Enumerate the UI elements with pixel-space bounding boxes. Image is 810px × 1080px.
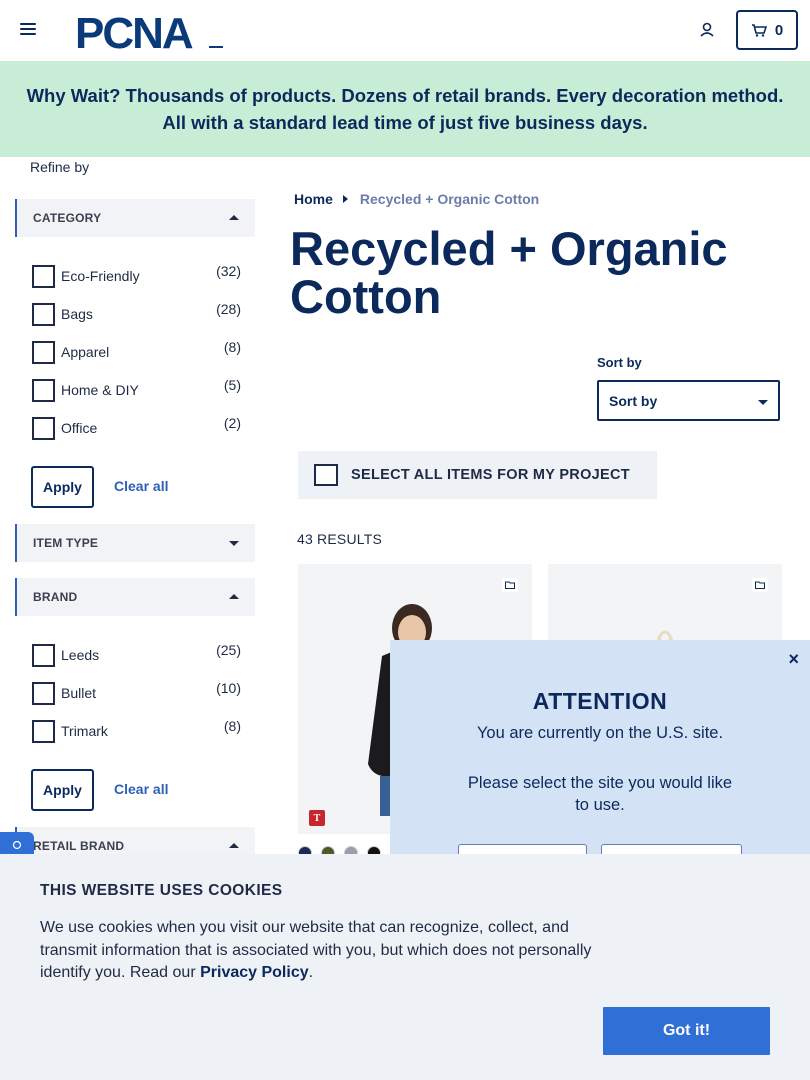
cart-button[interactable]: 0 — [736, 10, 798, 50]
facet-title: CATEGORY — [33, 211, 102, 225]
checkbox[interactable] — [32, 720, 55, 743]
modal-title: ATTENTION — [532, 688, 668, 714]
filter-option-count: (32) — [216, 263, 241, 279]
caret-up-icon — [229, 594, 239, 599]
breadcrumb: Home Recycled + Organic Cotton — [294, 191, 539, 207]
page-title: Recycled + Organic Cotton — [290, 222, 728, 323]
site-option-button[interactable] — [458, 844, 587, 854]
filter-option-count: (8) — [223, 339, 241, 355]
caret-up-icon — [229, 215, 239, 220]
site-selection-modal: × ATTENTION You are currently on the U.S… — [390, 640, 810, 854]
modal-instruction: Please select the site you would like to… — [467, 774, 733, 814]
cookie-title: THIS WEBSITE USES COOKIES — [40, 882, 283, 899]
close-icon[interactable]: × — [788, 649, 799, 670]
filter-option-label: Office — [61, 420, 98, 436]
cookie-message: We use cookies when you visit our websit… — [40, 917, 615, 985]
site-header: PCNA 0 — [0, 0, 810, 61]
cookie-message-text: We use cookies when you visit our websit… — [40, 919, 592, 981]
facet-brand-header[interactable]: BRAND — [15, 578, 255, 616]
caret-down-icon — [229, 541, 239, 546]
filter-option-label: Apparel — [61, 344, 110, 360]
sort-select[interactable]: Sort by — [597, 380, 780, 421]
checkbox[interactable] — [32, 341, 55, 364]
checkbox[interactable] — [32, 644, 55, 667]
facet-title: BRAND — [33, 590, 78, 604]
sort-label: Sort by — [597, 355, 642, 370]
user-account-icon[interactable] — [698, 21, 716, 39]
filter-option-count: (8) — [223, 718, 241, 734]
refine-by-label: Refine by — [30, 159, 90, 175]
privacy-policy-link[interactable]: Privacy Policy — [200, 964, 309, 981]
hamburger-menu-icon[interactable] — [20, 23, 36, 37]
clear-all-link[interactable]: Clear all — [114, 478, 168, 494]
breadcrumb-current: Recycled + Organic Cotton — [359, 191, 540, 207]
apply-button[interactable]: Apply — [31, 466, 94, 508]
filter-option[interactable]: Bullet (10) — [31, 680, 246, 706]
filter-option-label: Trimark — [61, 723, 108, 739]
breadcrumb-home-link[interactable]: Home — [294, 191, 333, 207]
svg-text:PCNA: PCNA — [75, 11, 193, 51]
cookie-message-end: . — [308, 964, 314, 981]
filter-option-count: (5) — [223, 377, 241, 393]
accept-cookies-button[interactable]: Got it! — [603, 1007, 770, 1055]
checkbox[interactable] — [32, 303, 55, 326]
filter-option[interactable]: Leeds (25) — [31, 642, 246, 668]
filter-option-count: (2) — [223, 415, 241, 431]
caret-up-icon — [229, 843, 239, 848]
site-option-button[interactable] — [601, 844, 742, 854]
apply-button[interactable]: Apply — [31, 769, 94, 811]
breadcrumb-separator-icon — [342, 195, 348, 203]
results-count: 43 RESULTS — [297, 531, 382, 547]
clear-all-link[interactable]: Clear all — [114, 781, 168, 797]
filter-option[interactable]: Bags (28) — [31, 301, 246, 327]
facet-item-type-header[interactable]: ITEM TYPE — [15, 524, 255, 562]
promo-banner: Why Wait? Thousands of products. Dozens … — [0, 61, 810, 157]
filter-option-count: (25) — [216, 642, 241, 658]
filter-option[interactable]: Home & DIY (5) — [31, 377, 246, 403]
filter-option[interactable]: Trimark (8) — [31, 718, 246, 744]
filter-option[interactable]: Apparel (8) — [31, 339, 246, 365]
facet-category-header[interactable]: CATEGORY — [15, 199, 255, 237]
select-all-label: SELECT ALL ITEMS FOR MY PROJECT — [351, 467, 630, 483]
cart-icon — [751, 24, 767, 37]
select-all-items[interactable]: SELECT ALL ITEMS FOR MY PROJECT — [298, 451, 657, 499]
checkbox[interactable] — [32, 379, 55, 402]
filter-option-label: Bullet — [61, 685, 97, 701]
chat-icon — [12, 840, 22, 850]
filter-option-count: (10) — [216, 680, 241, 696]
checkbox[interactable] — [32, 417, 55, 440]
cookie-banner: THIS WEBSITE USES COOKIES We use cookies… — [0, 854, 810, 1080]
checkbox[interactable] — [32, 265, 55, 288]
checkbox[interactable] — [32, 682, 55, 705]
chevron-down-icon — [758, 400, 768, 405]
modal-message: You are currently on the U.S. site. — [476, 724, 724, 742]
cart-count: 0 — [774, 21, 784, 39]
filter-option[interactable]: Eco-Friendly (32) — [31, 263, 246, 289]
facet-title: ITEM TYPE — [33, 536, 99, 550]
filter-option-label: Eco-Friendly — [61, 268, 140, 284]
facet-title: RETAIL BRAND — [33, 839, 125, 853]
brand-badge: T — [309, 810, 325, 826]
pcna-logo[interactable]: PCNA — [75, 9, 225, 58]
promo-banner-text: Why Wait? Thousands of products. Dozens … — [26, 85, 784, 133]
checkbox[interactable] — [314, 464, 338, 486]
filter-option-count: (28) — [216, 301, 241, 317]
filter-option[interactable]: Office (2) — [31, 415, 246, 441]
filter-option-label: Leeds — [61, 647, 100, 663]
filter-option-label: Bags — [61, 306, 93, 322]
filter-option-label: Home & DIY — [61, 382, 139, 398]
sort-selected-value: Sort by — [609, 392, 658, 409]
